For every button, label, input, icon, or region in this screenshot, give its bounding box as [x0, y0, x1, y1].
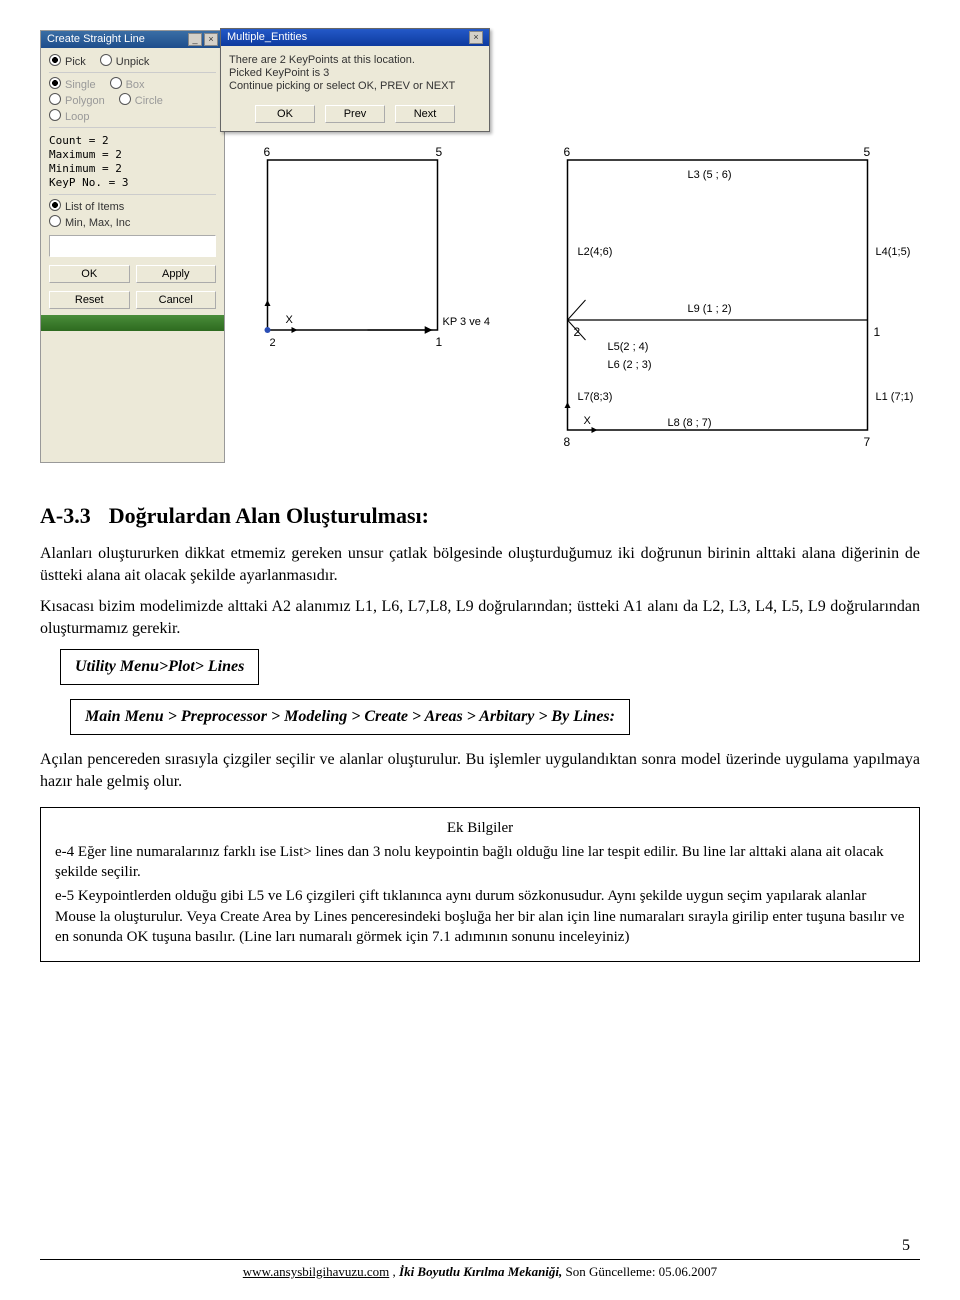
figure-area: Create Straight Line _ × Pick Unpick Sin… [40, 30, 920, 463]
r-p7: 7 [864, 435, 871, 449]
r-p2: 2 [574, 325, 581, 339]
para-2: Kısacası bizim modelimizde alttaki A2 al… [40, 596, 920, 639]
kp34-label: KP 3 ve 4 [443, 316, 491, 328]
list-items-radio[interactable]: List of Items [49, 199, 124, 213]
para-1: Alanları oluştururken dikkat etmemiz ger… [40, 543, 920, 586]
reset-button[interactable]: Reset [49, 291, 130, 309]
pick-radio[interactable]: Pick [49, 54, 86, 68]
l8-label: L8 (8 ; 7) [668, 417, 712, 429]
footer-update: Son Güncelleme: 05.06.2007 [566, 1264, 718, 1279]
circle-radio[interactable]: Circle [119, 93, 163, 107]
r-p1: 1 [874, 325, 881, 339]
l2-label: L2(4;6) [578, 246, 613, 258]
l6-label: L6 (2 ; 3) [608, 359, 652, 371]
l4-label: L4(1;5) [876, 246, 911, 258]
left-p2: 2 [270, 337, 276, 349]
command-box-1: Utility Menu>Plot> Lines [60, 649, 259, 685]
r-p8: 8 [564, 435, 571, 449]
minimize-icon[interactable]: _ [188, 33, 202, 46]
dialog-titlebar: Create Straight Line _ × [41, 31, 224, 48]
taskbar [41, 315, 224, 331]
r-p6: 6 [564, 145, 571, 159]
left-p5: 5 [436, 145, 443, 159]
maximum-label: Maximum = 2 [49, 148, 216, 162]
polygon-radio[interactable]: Polygon [49, 93, 105, 107]
page-number: 5 [902, 1237, 910, 1255]
minimum-label: Minimum = 2 [49, 162, 216, 176]
l5-label: L5(2 ; 4) [608, 341, 649, 353]
loop-radio[interactable]: Loop [49, 109, 89, 123]
geometry-diagram: 6 5 1 2 X KP 3 ve 4 6 5 2 [235, 30, 920, 463]
section-number: A-3.3 [40, 503, 91, 528]
keyp-label: KeyP No. = 3 [49, 176, 216, 190]
ek-bilgiler-box: Ek Bilgiler e-4 Eğer line numaralarınız … [40, 807, 920, 963]
left-p1: 1 [436, 335, 443, 349]
unpick-radio[interactable]: Unpick [100, 54, 150, 68]
apply-button[interactable]: Apply [136, 265, 217, 283]
dialog-title: Create Straight Line [47, 33, 145, 46]
ok-button[interactable]: OK [49, 265, 130, 283]
create-line-dialog: Create Straight Line _ × Pick Unpick Sin… [40, 30, 225, 463]
l3-label: L3 (5 ; 6) [688, 169, 732, 181]
cancel-button[interactable]: Cancel [136, 291, 217, 309]
min-max-inc-radio[interactable]: Min, Max, Inc [49, 215, 130, 229]
r-x-label: X [584, 415, 592, 427]
para-3: Açılan pencereden sırasıyla çizgiler seç… [40, 749, 920, 792]
input-box[interactable] [49, 235, 216, 257]
l7-label: L7(8;3) [578, 391, 613, 403]
l1-label: L1 (7;1) [876, 391, 914, 403]
ek-header: Ek Bilgiler [55, 818, 905, 838]
section-heading: A-3.3 Doğrulardan Alan Oluşturulması: [40, 503, 920, 529]
command-box-2: Main Menu > Preprocessor > Modeling > Cr… [70, 699, 630, 735]
left-p6: 6 [264, 145, 271, 159]
count-label: Count = 2 [49, 134, 216, 148]
box-radio[interactable]: Box [110, 77, 145, 91]
r-p5: 5 [864, 145, 871, 159]
close-icon[interactable]: × [204, 33, 218, 46]
window-controls: _ × [188, 33, 218, 46]
l9-label: L9 (1 ; 2) [688, 303, 732, 315]
footer-site: www.ansysbilgihavuzu.com [243, 1264, 389, 1279]
left-x-label: X [286, 314, 294, 326]
ek-e5: e-5 Keypointlerden olduğu gibi L5 ve L6 … [55, 886, 905, 947]
single-radio[interactable]: Single [49, 77, 96, 91]
section-title: Doğrulardan Alan Oluşturulması: [109, 503, 429, 528]
page-footer: www.ansysbilgihavuzu.com , İki Boyutlu K… [40, 1259, 920, 1280]
ek-e4: e-4 Eğer line numaralarınız farklı ise L… [55, 842, 905, 883]
footer-title: İki Boyutlu Kırılma Mekaniği, [399, 1264, 566, 1279]
